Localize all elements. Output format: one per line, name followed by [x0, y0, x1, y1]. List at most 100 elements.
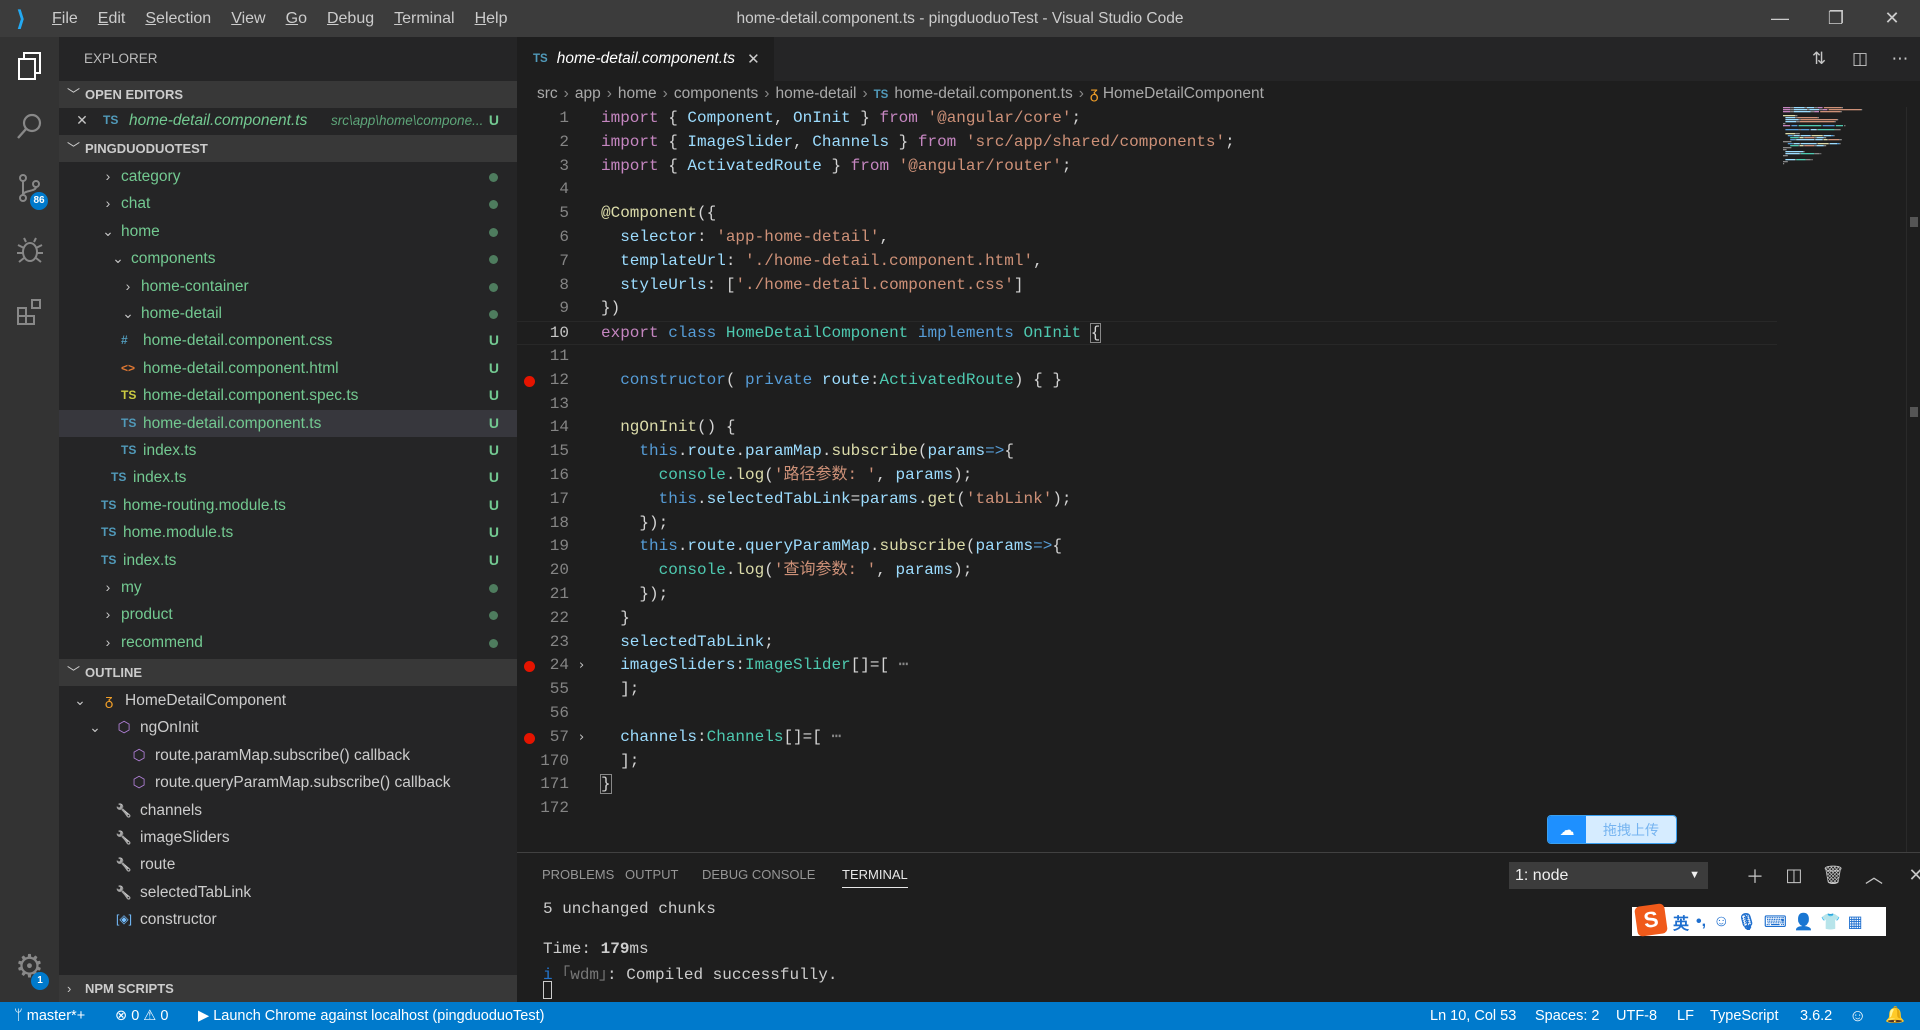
code-line[interactable]: 14 ngOnInit() {: [517, 416, 1777, 440]
tab-home-detail-component-ts[interactable]: TS home-detail.component.ts ✕: [517, 37, 774, 81]
outline-item[interactable]: ⬡ route.queryParamMap.subscribe() callbac…: [59, 769, 517, 796]
open-changes-icon[interactable]: ⇅: [1801, 37, 1837, 81]
tab-terminal[interactable]: TERMINAL: [842, 863, 908, 888]
tree-item-index-ts[interactable]: TS index.ts U: [59, 464, 517, 491]
close-window-icon[interactable]: ✕: [1864, 0, 1920, 37]
outline-header[interactable]: ﹀ OUTLINE: [59, 659, 517, 686]
menu-file[interactable]: File: [42, 0, 88, 37]
menu-go[interactable]: Go: [276, 0, 317, 37]
git-branch[interactable]: ᛘ master*+: [14, 1002, 85, 1030]
launch-config[interactable]: ▶ Launch Chrome against localhost (pingd…: [198, 1002, 544, 1030]
microphone-icon[interactable]: 🎙: [1736, 912, 1756, 932]
restore-icon[interactable]: ❐: [1808, 0, 1864, 37]
breadcrumb-item[interactable]: components: [674, 85, 758, 102]
code-line[interactable]: 57 › channels:Channels[]=[ ⋯: [517, 726, 1777, 750]
close-tab-icon[interactable]: ✕: [747, 50, 760, 68]
outline-item[interactable]: ⌄ ᵹ HomeDetailComponent: [59, 687, 517, 714]
outline-item[interactable]: [◈] constructor: [59, 906, 517, 933]
outline-item[interactable]: ⌄ ⬡ ngOnInit: [59, 714, 517, 741]
trash-icon[interactable]: 🗑: [1818, 862, 1848, 889]
code-line[interactable]: 13: [517, 393, 1777, 417]
tree-item-my[interactable]: › my: [59, 574, 517, 601]
code-line[interactable]: 18 });: [517, 512, 1777, 536]
outline-item[interactable]: 🔧 channels: [59, 797, 517, 824]
menu-debug[interactable]: Debug: [317, 0, 384, 37]
explorer-icon[interactable]: [0, 37, 59, 95]
notifications-bell-icon[interactable]: 🔔: [1885, 1002, 1905, 1030]
terminal-select[interactable]: 1: node ▼: [1509, 862, 1708, 889]
keyboard-icon[interactable]: ⌨: [1764, 912, 1787, 932]
project-header[interactable]: ﹀ PINGDUODUOTEST: [59, 135, 517, 162]
npm-scripts-header[interactable]: › NPM SCRIPTS: [59, 975, 517, 1002]
indentation[interactable]: Spaces: 2: [1535, 1002, 1600, 1030]
settings-gear-icon[interactable]: ⚙ 1: [0, 937, 59, 995]
breadcrumb-item[interactable]: home-detail.component.ts: [894, 85, 1072, 102]
outline-item[interactable]: ⬡ route.paramMap.subscribe() callback: [59, 742, 517, 769]
feedback-smiley-icon[interactable]: ☺: [1849, 1002, 1866, 1030]
code-line[interactable]: 10 export class HomeDetailComponent imple…: [517, 321, 1777, 345]
drag-upload-widget[interactable]: ☁ 拖拽上传: [1547, 815, 1677, 844]
code-line[interactable]: 55 ];: [517, 678, 1777, 702]
sogou-logo-icon[interactable]: S: [1634, 902, 1668, 937]
code-line[interactable]: 2 import { ImageSlider, Channels } from '…: [517, 131, 1777, 155]
code-line[interactable]: 5 @Component({: [517, 202, 1777, 226]
tree-item-home-detail-component-html[interactable]: <> home-detail.component.html U: [59, 355, 517, 382]
ime-punctuation[interactable]: •,: [1696, 913, 1706, 931]
breadcrumb-item[interactable]: HomeDetailComponent: [1103, 85, 1264, 102]
toolbox-icon[interactable]: ▦: [1848, 912, 1863, 932]
tree-item-product[interactable]: › product: [59, 601, 517, 628]
cursor-position[interactable]: Ln 10, Col 53: [1430, 1002, 1516, 1030]
fold-chevron-icon[interactable]: ›: [579, 654, 584, 678]
minimize-icon[interactable]: —: [1752, 0, 1808, 37]
code-line[interactable]: 24 › imageSliders:ImageSlider[]=[ ⋯: [517, 654, 1777, 678]
code-line[interactable]: 23 selectedTabLink;: [517, 631, 1777, 655]
tree-item-category[interactable]: › category: [59, 163, 517, 190]
menu-edit[interactable]: Edit: [88, 0, 136, 37]
language-mode[interactable]: TypeScript: [1710, 1002, 1779, 1030]
tree-item-home-container[interactable]: › home-container: [59, 273, 517, 300]
code-line[interactable]: 16 console.log('路径参数: ', params);: [517, 464, 1777, 488]
maximize-panel-icon[interactable]: ︿: [1859, 862, 1889, 889]
fold-chevron-icon[interactable]: ›: [579, 726, 584, 750]
new-terminal-icon[interactable]: ＋: [1740, 862, 1770, 889]
code-line[interactable]: 4: [517, 178, 1777, 202]
code-line[interactable]: 15 this.route.paramMap.subscribe(params=…: [517, 440, 1777, 464]
code-line[interactable]: 6 selector: 'app-home-detail',: [517, 226, 1777, 250]
code-line[interactable]: 56: [517, 702, 1777, 726]
tree-item-components[interactable]: ⌄ components: [59, 245, 517, 272]
tree-item-home-routing-module-ts[interactable]: TS home-routing.module.ts U: [59, 492, 517, 519]
menu-terminal[interactable]: Terminal: [384, 0, 464, 37]
vertical-scrollbar[interactable]: [1906, 107, 1920, 852]
code-line[interactable]: 9}): [517, 297, 1777, 321]
tree-item-index-ts[interactable]: TS index.ts U: [59, 547, 517, 574]
code-line[interactable]: 12 constructor( private route:ActivatedR…: [517, 369, 1777, 393]
menu-selection[interactable]: Selection: [135, 0, 221, 37]
split-terminal-icon[interactable]: ◫: [1779, 862, 1809, 889]
breadcrumb-item[interactable]: src: [537, 85, 558, 102]
encoding[interactable]: UTF-8: [1616, 1002, 1657, 1030]
menu-view[interactable]: View: [221, 0, 275, 37]
breadcrumb-item[interactable]: home-detail: [775, 85, 856, 102]
search-icon[interactable]: [0, 97, 59, 155]
emoji-icon[interactable]: ☺: [1713, 913, 1729, 931]
outline-item[interactable]: 🔧 selectedTabLink: [59, 879, 517, 906]
outline-item[interactable]: 🔧 imageSliders: [59, 824, 517, 851]
code-line[interactable]: 20 console.log('查询参数: ', params);: [517, 559, 1777, 583]
breadcrumb-item[interactable]: home: [618, 85, 657, 102]
close-icon[interactable]: ✕: [75, 107, 89, 134]
code-line[interactable]: 170 ];: [517, 750, 1777, 774]
minimap[interactable]: [1783, 107, 1905, 167]
extensions-icon[interactable]: [0, 283, 59, 341]
code-line[interactable]: 11: [517, 345, 1777, 369]
open-editor-item[interactable]: ✕ TS home-detail.component.ts src\app\ho…: [59, 107, 517, 134]
code-line[interactable]: 21 });: [517, 583, 1777, 607]
breadcrumb-item[interactable]: app: [575, 85, 601, 102]
tab-debug-console[interactable]: DEBUG CONSOLE: [702, 863, 815, 887]
menu-help[interactable]: Help: [465, 0, 518, 37]
code-line[interactable]: 8 styleUrls: ['./home-detail.component.c…: [517, 274, 1777, 298]
code-line[interactable]: 17 this.selectedTabLink=params.get('tabL…: [517, 488, 1777, 512]
more-actions-icon[interactable]: ⋯: [1882, 37, 1918, 81]
end-of-line[interactable]: LF: [1677, 1002, 1694, 1030]
tab-problems[interactable]: PROBLEMS: [542, 863, 614, 887]
ts-version[interactable]: 3.6.2: [1800, 1002, 1832, 1030]
